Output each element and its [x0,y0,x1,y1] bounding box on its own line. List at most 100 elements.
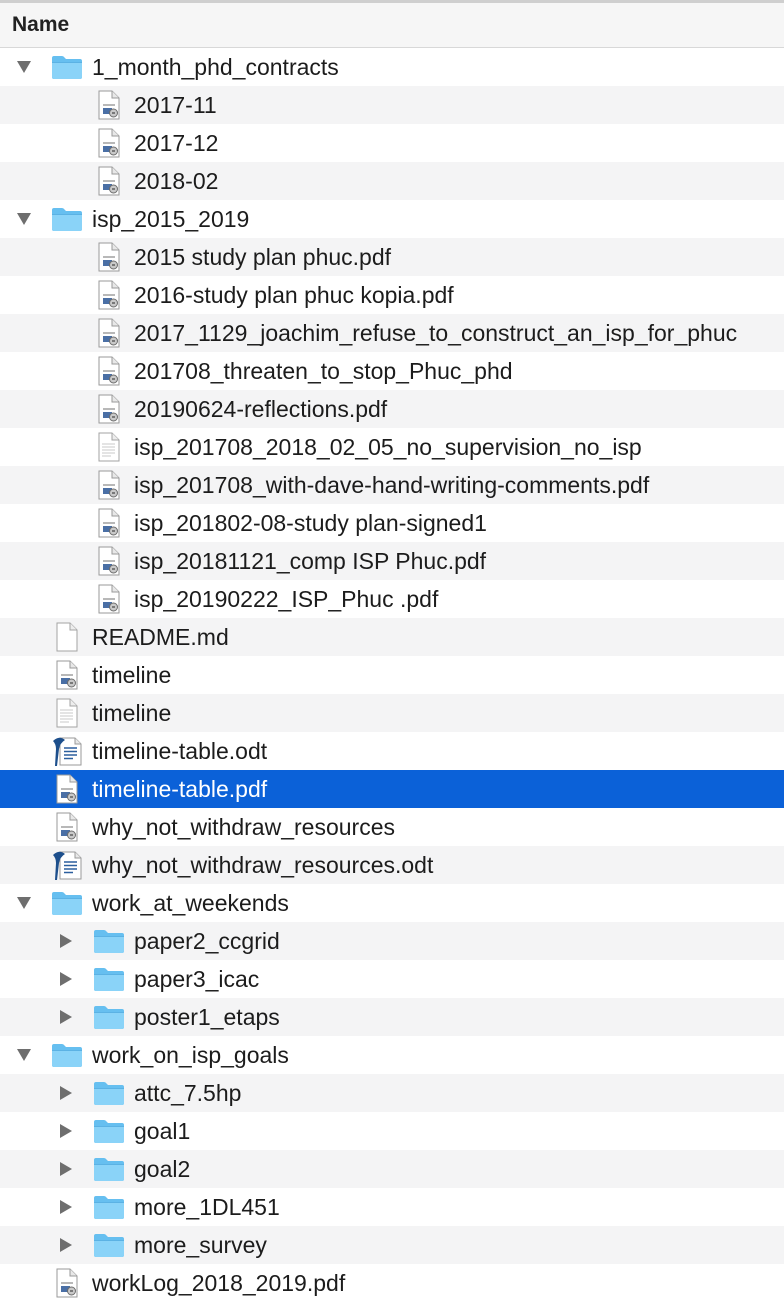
disclosure-triangle-expanded-icon[interactable] [12,48,36,86]
folder-row-goal1[interactable]: goal1 [0,1112,784,1150]
disclosure-triangle-collapsed-icon[interactable] [54,1074,78,1112]
row-label: attc_7.5hp [134,1080,242,1106]
folder-row-work-at-weekends[interactable]: work_at_weekends [0,884,784,922]
pdf-document-icon [92,124,126,162]
row-label: paper2_ccgrid [134,928,280,954]
row-label: paper3_icac [134,966,260,992]
row-label: work_at_weekends [92,890,289,916]
column-header-label: Name [12,13,70,36]
disclosure-triangle-expanded-icon[interactable] [12,884,36,922]
file-row-isp-201708-with-dave-hand-writing-comments-pdf[interactable]: isp_201708_with-dave-hand-writing-commen… [0,466,784,504]
row-label: more_1DL451 [134,1194,280,1220]
row-label: timeline [92,662,172,688]
pdf-document-icon [92,504,126,542]
pdf-document-icon [50,808,84,846]
folder-row-isp-2015-2019[interactable]: isp_2015_2019 [0,200,784,238]
pdf-document-icon [50,770,84,808]
folder-row-1-month-phd-contracts[interactable]: 1_month_phd_contracts [0,48,784,86]
row-label: 2017-12 [134,130,219,156]
row-label: 2015 study plan phuc.pdf [134,244,392,270]
row-label: isp_201708_2018_02_05_no_supervision_no_… [134,434,642,460]
file-row-isp-201708-2018-02-05-no-supervision-no-isp[interactable]: isp_201708_2018_02_05_no_supervision_no_… [0,428,784,466]
file-row-2017-12[interactable]: 2017-12 [0,124,784,162]
file-row-timeline-table-pdf[interactable]: timeline-table.pdf [0,770,784,808]
folder-row-poster1-etaps[interactable]: poster1_etaps [0,998,784,1036]
text-document-icon [92,428,126,466]
pdf-document-icon [92,276,126,314]
row-label: isp_201708_with-dave-hand-writing-commen… [134,472,650,498]
pdf-document-icon [92,86,126,124]
file-row-why-not-withdraw-resources[interactable]: why_not_withdraw_resources [0,808,784,846]
disclosure-triangle-collapsed-icon[interactable] [54,1226,78,1264]
pdf-document-icon [92,466,126,504]
file-row-2017-1129-joachim-refuse-to-construct-an-isp-for-phuc[interactable]: 2017_1129_joachim_refuse_to_construct_an… [0,314,784,352]
row-label: why_not_withdraw_resources [92,814,395,840]
disclosure-triangle-collapsed-icon[interactable] [54,1150,78,1188]
disclosure-triangle-expanded-icon[interactable] [12,1036,36,1074]
row-label: 201708_threaten_to_stop_Phuc_phd [134,358,513,384]
row-label: poster1_etaps [134,1004,280,1030]
row-label: timeline-table.pdf [92,776,268,802]
disclosure-triangle-expanded-icon[interactable] [12,200,36,238]
row-label: isp_20181121_comp ISP Phuc.pdf [134,548,487,574]
file-row-readme-md[interactable]: README.md [0,618,784,656]
disclosure-triangle-collapsed-icon[interactable] [54,960,78,998]
file-row-isp-20181121-comp-isp-phuc-pdf[interactable]: isp_20181121_comp ISP Phuc.pdf [0,542,784,580]
file-row-2017-11[interactable]: 2017-11 [0,86,784,124]
folder-icon [92,1074,126,1112]
pdf-document-icon [92,542,126,580]
file-row-timeline[interactable]: timeline [0,694,784,732]
disclosure-triangle-collapsed-icon[interactable] [54,1112,78,1150]
row-label: 2016-study plan phuc kopia.pdf [134,282,454,308]
folder-icon [92,1112,126,1150]
file-row-timeline-table-odt[interactable]: timeline-table.odt [0,732,784,770]
folder-icon [92,1226,126,1264]
file-row-2018-02[interactable]: 2018-02 [0,162,784,200]
folder-row-goal2[interactable]: goal2 [0,1150,784,1188]
row-label: goal1 [134,1118,191,1144]
row-label: isp_201802-08-study plan-signed1 [134,510,487,536]
row-label: workLog_2018_2019.pdf [92,1270,346,1296]
folder-row-work-on-isp-goals[interactable]: work_on_isp_goals [0,1036,784,1074]
row-label: timeline [92,700,172,726]
folder-icon [92,960,126,998]
folder-icon [92,998,126,1036]
pdf-document-icon [92,314,126,352]
column-header-name[interactable]: Name [0,0,784,48]
document-icon [50,618,84,656]
row-label: timeline-table.odt [92,738,268,764]
file-row-isp-20190222-isp-phuc-pdf[interactable]: isp_20190222_ISP_Phuc .pdf [0,580,784,618]
disclosure-triangle-collapsed-icon[interactable] [54,922,78,960]
pdf-document-icon [92,238,126,276]
file-row-why-not-withdraw-resources-odt[interactable]: why_not_withdraw_resources.odt [0,846,784,884]
folder-icon [50,884,84,922]
folder-icon [92,922,126,960]
odt-document-icon [50,732,84,770]
row-label: README.md [92,624,229,650]
folder-row-attc-7-5hp[interactable]: attc_7.5hp [0,1074,784,1112]
pdf-document-icon [92,352,126,390]
folder-row-paper3-icac[interactable]: paper3_icac [0,960,784,998]
row-label: goal2 [134,1156,191,1182]
text-document-icon [50,694,84,732]
folder-row-more-1dl451[interactable]: more_1DL451 [0,1188,784,1226]
file-row-2016-study-plan-phuc-kopia-pdf[interactable]: 2016-study plan phuc kopia.pdf [0,276,784,314]
disclosure-triangle-collapsed-icon[interactable] [54,998,78,1036]
file-row-worklog-2018-2019-pdf[interactable]: workLog_2018_2019.pdf [0,1264,784,1302]
file-row-2015-study-plan-phuc-pdf[interactable]: 2015 study plan phuc.pdf [0,238,784,276]
pdf-document-icon [92,580,126,618]
row-label: isp_2015_2019 [92,206,250,232]
disclosure-triangle-collapsed-icon[interactable] [54,1188,78,1226]
pdf-document-icon [92,390,126,428]
file-row-201708-threaten-to-stop-phuc-phd[interactable]: 201708_threaten_to_stop_Phuc_phd [0,352,784,390]
pdf-document-icon [92,162,126,200]
row-label: 20190624-reflections.pdf [134,396,388,422]
file-row-timeline[interactable]: timeline [0,656,784,694]
folder-icon [50,1036,84,1074]
file-row-20190624-reflections-pdf[interactable]: 20190624-reflections.pdf [0,390,784,428]
folder-row-more-survey[interactable]: more_survey [0,1226,784,1264]
pdf-document-icon [50,656,84,694]
file-row-isp-201802-08-study-plan-signed1[interactable]: isp_201802-08-study plan-signed1 [0,504,784,542]
folder-row-paper2-ccgrid[interactable]: paper2_ccgrid [0,922,784,960]
pdf-document-icon [50,1264,84,1302]
